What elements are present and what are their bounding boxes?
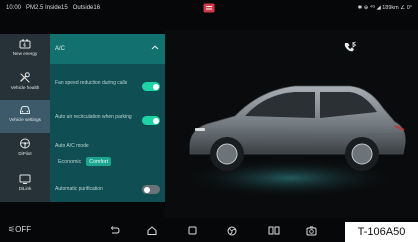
status-left: 10:00 PM2.5 Inside15 Outside16: [6, 5, 100, 11]
vehicle-display: [165, 30, 418, 218]
sidebar-item-label: Vehicle settings: [9, 117, 41, 122]
car-icon: [20, 106, 30, 114]
clock: 10:00: [6, 5, 22, 11]
outside-temp: Outside16: [72, 5, 101, 11]
climate-off-label: OFF: [15, 225, 32, 234]
screen-icon: [19, 174, 31, 184]
recirculation-label: Auto air recirculation when parking: [55, 114, 132, 120]
sidebar-item-dilink[interactable]: DiLink: [0, 169, 50, 202]
notification-icon[interactable]: [203, 3, 215, 13]
climate-off-button[interactable]: ⚟OFF: [8, 225, 31, 234]
fan-speed-toggle[interactable]: [142, 82, 160, 91]
sidebar: New energy Vehicle health Vehicle settin…: [0, 34, 50, 202]
sidebar-item-new-energy[interactable]: New energy: [0, 34, 50, 67]
wrench-icon: [20, 72, 30, 83]
car-image: [180, 85, 406, 198]
bluetooth-phone-icon[interactable]: [343, 41, 357, 55]
purification-toggle[interactable]: [142, 185, 160, 194]
home-icon[interactable]: [147, 226, 157, 235]
ac-mode-economic[interactable]: Economic: [55, 157, 84, 166]
ac-mode-comfort[interactable]: Comfort: [86, 157, 112, 166]
status-indicators: ✱ ⊕ ⁴ᴳ ◢ 189km ∠ 0°: [357, 5, 412, 11]
chevron-up-icon[interactable]: [151, 45, 159, 50]
panel-header[interactable]: A/C: [50, 34, 165, 64]
image-code-label: T-106A50: [345, 222, 418, 242]
fan-settings-icon[interactable]: [227, 226, 237, 236]
fan-speed-label: Fan speed reduction during calls: [55, 80, 128, 86]
sidebar-item-label: New energy: [12, 51, 38, 56]
split-screen-icon[interactable]: [268, 226, 280, 235]
toggle-knob: [143, 186, 150, 193]
camera-icon[interactable]: [306, 226, 317, 236]
sidebar-item-label: DiLink: [18, 186, 32, 191]
back-icon[interactable]: [110, 226, 120, 235]
steering-wheel-icon: [20, 138, 30, 149]
sidebar-item-vehicle-settings[interactable]: Vehicle settings: [0, 100, 50, 133]
recirculation-toggle[interactable]: [142, 116, 160, 125]
pm25-inside: PM2.5 Inside15: [26, 5, 68, 11]
recent-apps-icon[interactable]: [188, 226, 197, 235]
sidebar-item-dipilot[interactable]: DiPilot: [0, 133, 50, 166]
toggle-knob: [152, 117, 159, 124]
sidebar-item-label: Vehicle health: [10, 85, 40, 90]
ac-settings-panel: A/C Fan speed reduction during calls Aut…: [50, 34, 165, 202]
sidebar-item-label: DiPilot: [18, 151, 32, 156]
sidebar-item-vehicle-health[interactable]: Vehicle health: [0, 67, 50, 100]
panel-title: A/C: [55, 46, 66, 52]
battery-icon: [19, 39, 31, 49]
toggle-knob: [152, 83, 159, 90]
purification-label: Automatic purification: [55, 186, 103, 192]
status-bar: 10:00 PM2.5 Inside15 Outside16 ✱ ⊕ ⁴ᴳ ◢ …: [0, 0, 418, 20]
ac-mode-selector: Economic Comfort: [55, 157, 112, 166]
ac-mode-label: Auto A/C mode: [55, 143, 89, 149]
